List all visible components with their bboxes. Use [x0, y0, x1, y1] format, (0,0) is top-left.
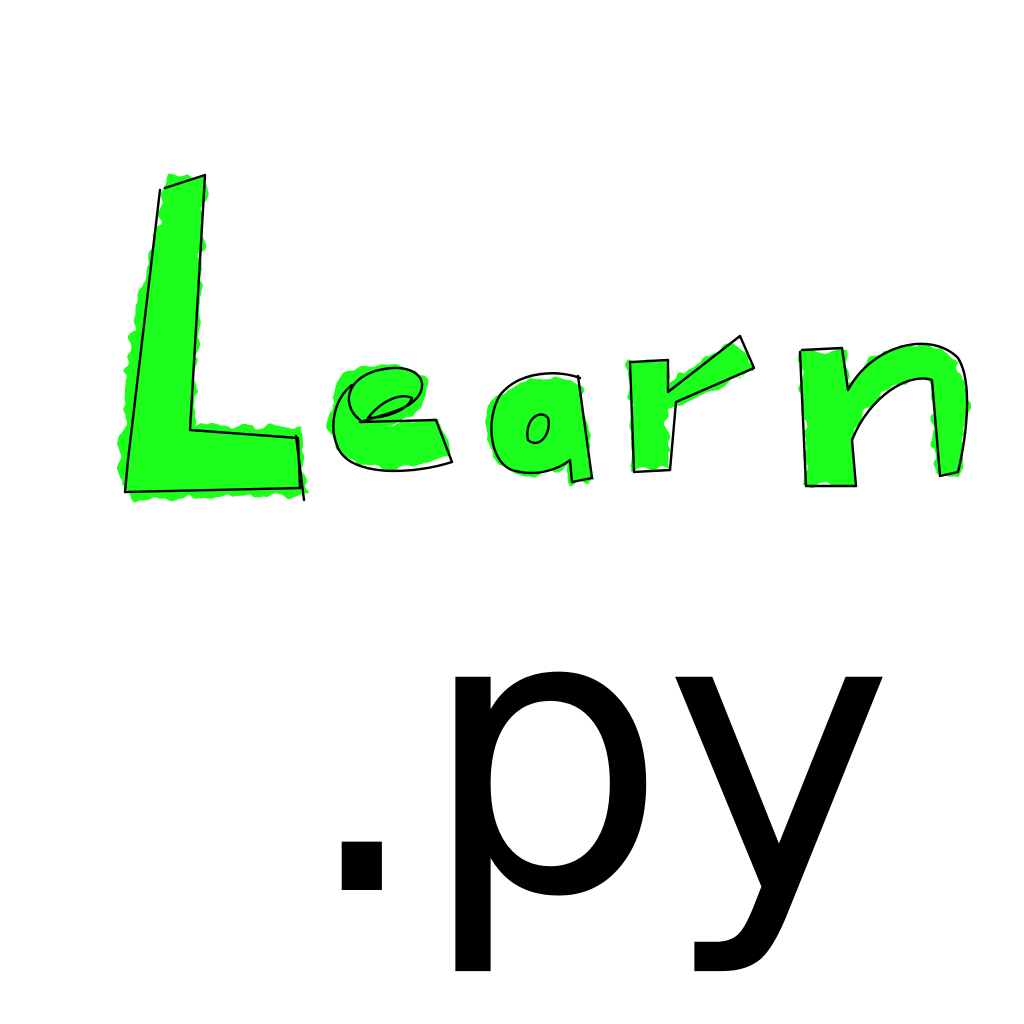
app-logo: Learn [0, 0, 1024, 1024]
python-extension-label: .py [300, 528, 894, 982]
learn-handwritten-wordmark [118, 173, 969, 502]
highlight-fill [118, 175, 967, 500]
